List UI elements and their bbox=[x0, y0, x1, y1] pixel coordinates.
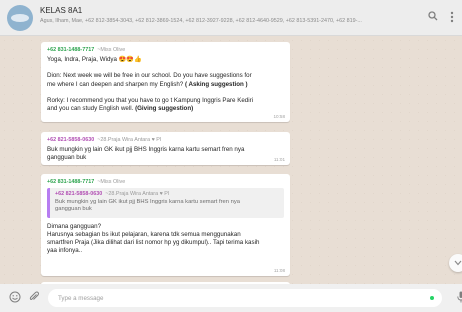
sender-name: ~28.Praja Wira Antara ♥ PI bbox=[97, 137, 162, 143]
message-sender: +62 831-1488-7717 ~Miss Olive bbox=[47, 47, 284, 53]
quoted-line: gangguan buk bbox=[55, 206, 92, 213]
message-list[interactable]: +62 831-1488-7717 ~Miss Olive Yoga, Indra… bbox=[0, 36, 462, 284]
message-sender: +62 821-5858-0630 ~28.Praja Wira Antara ♥… bbox=[47, 137, 284, 143]
message-line: Dion: Next week we will be free in our s… bbox=[47, 72, 252, 80]
quoted-phone: +62 821-5858-0630 bbox=[55, 191, 103, 197]
status-dot bbox=[430, 296, 434, 300]
message-time: 11:01 bbox=[273, 157, 285, 162]
message-text: Dimana gangguan? Harusnya sebagian bs ik… bbox=[47, 223, 284, 256]
message-bubble[interactable]: +62 831-1488-7717 ~Miss Olive Yoga, Indra… bbox=[41, 42, 290, 122]
message-line: Yoga, Indra, Praja, Widya 😍😍👍 bbox=[47, 56, 142, 63]
chat-title[interactable]: KELAS 8A1 bbox=[40, 6, 82, 15]
emphasis-text: ( Asking suggestion ) bbox=[184, 80, 248, 88]
message-text: Yoga, Indra, Praja, Widya 😍😍👍 Dion: Next… bbox=[47, 56, 284, 113]
message-line: Dimana gangguan? bbox=[47, 222, 102, 230]
emphasis-text: (Giving suggestion) bbox=[135, 105, 194, 113]
message-bubble[interactable]: +62 831-1488-7717 ~Miss Olive +62 821-585… bbox=[41, 174, 290, 276]
message-line: me where I can deepen and sharpen my Eng… bbox=[47, 80, 248, 88]
sender-name: ~Miss Olive bbox=[97, 47, 126, 53]
message-line: Harusnya sebagian bs ikut pelajaran, kar… bbox=[47, 231, 241, 239]
search-icon[interactable] bbox=[427, 11, 439, 25]
message-line: gangguan buk bbox=[47, 154, 87, 162]
message-line: Buk mungkin yg lain GK ikut pjj BHS Ingg… bbox=[47, 146, 245, 153]
sender-phone[interactable]: +62 831-1488-7717 bbox=[47, 47, 94, 53]
menu-icon[interactable] bbox=[446, 11, 458, 25]
chat-members[interactable]: Agus, Ilham, Mae, +62 812-3854-3043, +62… bbox=[40, 18, 395, 24]
message-line: yaa infonya.. bbox=[47, 247, 83, 255]
message-line: smartfren Praja (Jika dilihat dari list … bbox=[47, 239, 260, 247]
quoted-message[interactable]: +62 821-5858-0630 ~28.Praja Wira Antara ♥… bbox=[47, 188, 284, 218]
whatsapp-window: KELAS 8A1 Agus, Ilham, Mae, +62 812-3854… bbox=[0, 0, 462, 312]
message-bubble[interactable]: +62 821-5858-0630 ~28.Praja Wira Antara ♥… bbox=[41, 132, 290, 165]
sender-phone[interactable]: +62 821-5858-0630 bbox=[47, 137, 94, 143]
message-sender: +62 831-1488-7717 ~Miss Olive bbox=[47, 179, 284, 185]
emoji-icon[interactable] bbox=[8, 291, 22, 305]
sender-name: ~Miss Olive bbox=[97, 179, 126, 185]
message-line: Rorky: I recommend you that you have to … bbox=[47, 97, 254, 105]
message-time: 10:58 bbox=[273, 114, 286, 119]
message-text: Buk mungkin yg lain GK ikut pjj BHS Ingg… bbox=[47, 146, 284, 162]
quoted-sender: +62 821-5858-0630 ~28.Praja Wira Antara ♥… bbox=[55, 191, 279, 197]
quoted-text: Buk mungkin yg lain GK ikut pjj BHS Ingg… bbox=[55, 199, 279, 214]
message-line: and you can study English well. (Giving … bbox=[47, 105, 194, 113]
chat-header[interactable]: KELAS 8A1 Agus, Ilham, Mae, +62 812-3854… bbox=[0, 0, 462, 36]
quoted-line: Buk mungkin yg lain GK ikut pjj BHS Ingg… bbox=[55, 199, 240, 205]
sender-phone[interactable]: +62 831-1488-7717 bbox=[47, 179, 94, 185]
attach-icon[interactable] bbox=[27, 291, 41, 305]
quoted-name: ~28.Praja Wira Antara ♥ PI bbox=[105, 191, 170, 197]
mic-icon[interactable] bbox=[454, 291, 462, 305]
group-avatar[interactable] bbox=[7, 5, 33, 31]
composer-bar bbox=[0, 284, 462, 312]
chevron-down-icon[interactable] bbox=[449, 254, 462, 272]
message-time: 11:08 bbox=[273, 268, 285, 273]
message-input[interactable] bbox=[48, 289, 442, 307]
